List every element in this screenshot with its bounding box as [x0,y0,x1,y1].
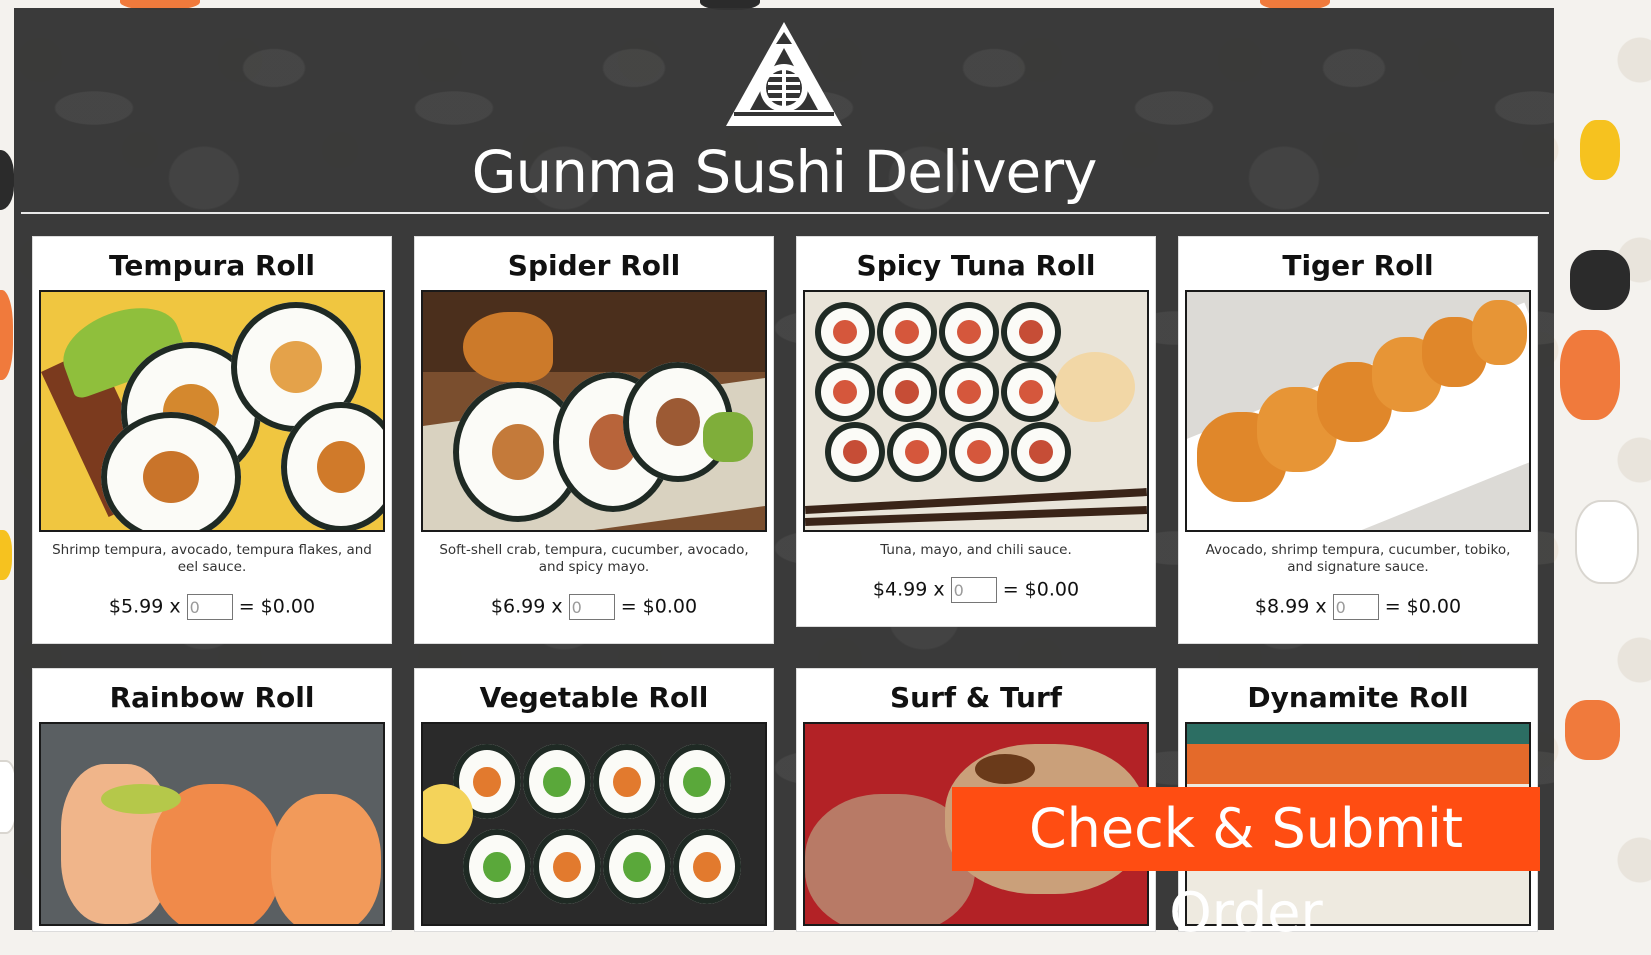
quantity-input[interactable] [1332,594,1379,620]
menu-card-tempura-roll: Tempura Roll Shrimp tempura, avocado, te… [32,236,392,644]
quantity-input[interactable] [568,594,615,620]
menu-item-description: Soft-shell crab, tempura, cucumber, avoc… [439,542,749,575]
price-row: $6.99 x = $0.00 [415,594,773,620]
times-sign: x [169,595,181,618]
menu-item-photo [421,722,767,926]
menu-item-photo [39,290,385,532]
menu-card-spicy-tuna-roll: Spicy Tuna Roll Tuna, mayo, and chili sa… [796,236,1156,627]
times-sign: x [1315,595,1327,618]
line-total: $0.00 [1406,595,1462,618]
equals-sign: = [238,595,255,618]
menu-item-description: Avocado, shrimp tempura, cucumber, tobik… [1205,542,1511,575]
menu-item-title: Dynamite Roll [1247,681,1469,714]
menu-item-photo [39,722,385,926]
menu-item-description: Tuna, mayo, and chili sauce. [880,542,1072,558]
menu-item-title: Vegetable Roll [479,681,709,714]
menu-item-title: Tempura Roll [109,249,315,282]
line-total: $0.00 [260,595,316,618]
times-sign: x [551,595,563,618]
menu-item-photo [803,290,1149,532]
menu-item-title: Rainbow Roll [109,681,315,714]
menu-item-title: Spider Roll [507,249,681,282]
quantity-input[interactable] [186,594,233,620]
menu-item-photo [1185,290,1531,532]
quantity-input[interactable] [950,577,997,603]
menu-item-title: Surf & Turf [890,681,1062,714]
unit-price: $5.99 [108,595,164,618]
menu-card-rainbow-roll: Rainbow Roll [32,668,392,932]
menu-card-spider-roll: Spider Roll Soft-shell crab, tempura, cu… [414,236,774,644]
menu-item-title: Tiger Roll [1282,249,1434,282]
unit-price: $6.99 [490,595,546,618]
line-total: $0.00 [1024,578,1080,601]
unit-price: $8.99 [1254,595,1310,618]
price-row: $4.99 x = $0.00 [797,577,1155,603]
price-row: $5.99 x = $0.00 [33,594,391,620]
menu-item-description: Shrimp tempura, avocado, tempura flakes,… [52,542,372,575]
equals-sign: = [1002,578,1019,601]
unit-price: $4.99 [872,578,928,601]
equals-sign: = [1384,595,1401,618]
check-submit-order-button[interactable]: Check & Submit Order [952,787,1540,944]
menu-item-photo [421,290,767,532]
menu-card-vegetable-roll: Vegetable Roll [414,668,774,932]
header-divider [21,212,1549,214]
menu-item-title: Spicy Tuna Roll [856,249,1096,282]
header: Gunma Sushi Delivery [14,8,1554,214]
line-total: $0.00 [642,595,698,618]
price-row: $8.99 x = $0.00 [1179,594,1537,620]
triangle-emblem-logo-icon [726,22,842,126]
menu-card-tiger-roll: Tiger Roll Avocado, shrimp tempura, cucu… [1178,236,1538,644]
site-title: Gunma Sushi Delivery [471,138,1098,206]
equals-sign: = [620,595,637,618]
times-sign: x [933,578,945,601]
